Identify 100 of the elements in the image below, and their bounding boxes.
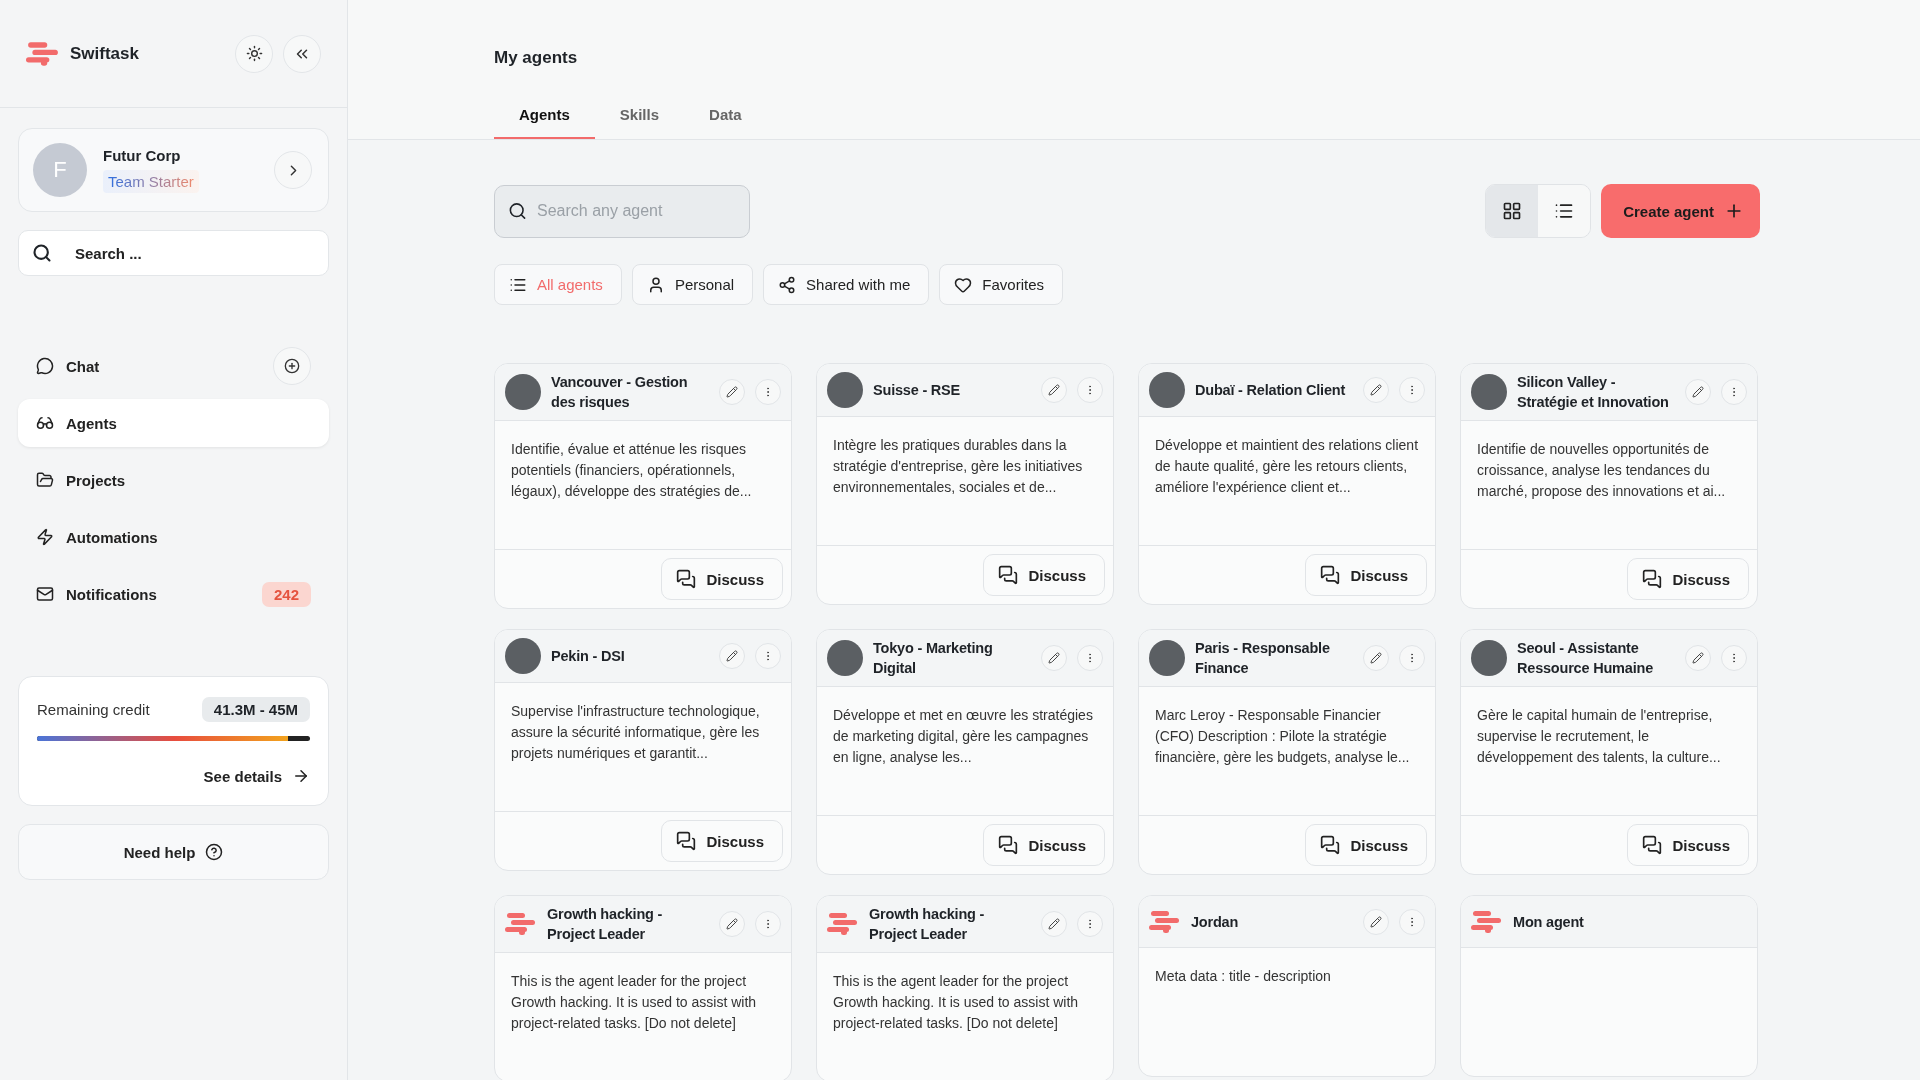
chat-bubble-icon (36, 357, 54, 375)
discuss-button[interactable]: Discuss (983, 824, 1105, 866)
edit-button[interactable] (1363, 377, 1389, 403)
agent-name: Suisse - RSE (873, 381, 962, 400)
account-avatar: F (33, 143, 87, 197)
agent-card[interactable]: Mon agent (1460, 895, 1758, 1077)
pencil-icon (726, 650, 738, 662)
agent-description: This is the agent leader for the project Growth hacking. It is used to assist with project-related tasks. [Do not delete] (832, 972, 1080, 1033)
grid-view-icon (1502, 201, 1523, 221)
nav-item[interactable]: Chat (18, 342, 329, 390)
agent-card[interactable]: Paris - Responsable Finance Marc Leroy - Responsable Financier (CFO) Description : Pilote la stratégie financière, gère les budgets, analyse le... Discuss (1138, 629, 1436, 875)
logo-icon (827, 912, 859, 936)
view-toggle-button[interactable] (1486, 185, 1539, 237)
credit-value: 41.3M - 45M (201, 697, 310, 722)
agent-description: Développe et met en œuvre les stratégies de marketing digital, gère les campagnes en ligne, analyse les... (832, 706, 1094, 767)
agent-name: Paris - Responsable Finance (1195, 639, 1331, 678)
theme-toggle-button[interactable] (235, 34, 273, 73)
agent-card[interactable]: Jordan Meta data : title - description (1138, 895, 1436, 1077)
agent-name: Tokyo - Marketing Digital (873, 639, 994, 678)
filter-button[interactable]: Shared with me (763, 264, 930, 305)
filter-button[interactable]: Personal (631, 264, 754, 305)
agent-card[interactable]: Growth hacking - Project Leader This is the agent leader for the project Growth hacking. It is used to assist with project-related tasks. [Do not delete] (816, 895, 1114, 1080)
agent-card[interactable]: Tokyo - Marketing Digital Développe et met en œuvre les stratégies de marketing digital, gère les campagnes en ligne, analyse les... Discuss (816, 629, 1114, 875)
edit-button[interactable] (719, 643, 745, 669)
pencil-icon (1692, 652, 1704, 664)
agent-card[interactable]: Seoul - Assistante Ressource Humaine Gère le capital humain de l'entreprise, supervise le recrutement, le développement des talents, la culture... Discuss (1460, 629, 1758, 875)
logo-icon (505, 912, 537, 936)
credit-label: Remaining credit (37, 701, 150, 718)
edit-button[interactable] (1041, 645, 1067, 671)
share-icon (778, 275, 797, 294)
edit-button[interactable] (1685, 645, 1711, 671)
discuss-button[interactable]: Discuss (661, 558, 783, 600)
avatar-placeholder (827, 640, 863, 676)
avatar-placeholder (505, 374, 541, 410)
chat-bubbles-icon (676, 569, 697, 589)
view-toggle-button[interactable] (1538, 185, 1591, 237)
pencil-icon (1048, 384, 1060, 396)
create-agent-button[interactable]: Create agent (1601, 184, 1760, 238)
pencil-icon (1692, 386, 1704, 398)
agent-description: Marc Leroy - Responsable Financier (CFO) Description : Pilote la stratégie financière, gère les budgets, analyse le... (1154, 706, 1411, 767)
nav-item[interactable]: Projects (18, 456, 329, 504)
agent-description: Développe et maintient des relations client de haute qualité, gère les retours clients, améliore l'expérience client et... (1154, 436, 1420, 497)
help-button[interactable]: Need help (18, 824, 329, 880)
avatar-placeholder (827, 372, 863, 408)
agent-card[interactable]: Suisse - RSE Intègre les pratiques durables dans la stratégie d'entreprise, gère les initiatives environnementales, sociales et de... Discuss (816, 363, 1114, 605)
tab[interactable]: Skills (594, 94, 685, 139)
edit-button[interactable] (1041, 377, 1067, 403)
agent-card[interactable]: Pekin - DSI Supervise l'infrastructure technologique, assure la sécurité informatique, gère les projets numériques et garantit... Discuss (494, 629, 792, 871)
agent-search-field[interactable]: Search any agent (494, 184, 750, 238)
discuss-button[interactable]: Discuss (1305, 554, 1427, 596)
discuss-button[interactable]: Discuss (983, 554, 1105, 596)
arrow-right-icon (292, 767, 310, 785)
agent-card[interactable]: Dubaï - Relation Client Développe et maintient des relations client de haute qualité, gère les retours clients, améliore l'expérience client et... Discuss (1138, 363, 1436, 605)
page-title: My agents (494, 48, 579, 68)
edit-button[interactable] (719, 379, 745, 405)
logo-icon (1471, 909, 1503, 934)
agent-card[interactable]: Silicon Valley - Stratégie et Innovation Identifie de nouvelles opportunités de croissance, analyse les tendances du marché, propose des innovations et ai... Discuss (1460, 363, 1758, 609)
new-chat-button[interactable] (273, 347, 311, 385)
chat-bubbles-icon (676, 831, 697, 851)
agent-description: Meta data : title - description (1154, 967, 1332, 986)
avatar-placeholder (1149, 640, 1185, 676)
folder-icon (36, 471, 54, 489)
search-icon (32, 243, 52, 263)
account-card[interactable]: F Futur Corp Team Starter (18, 128, 329, 212)
tab[interactable]: Agents (494, 94, 595, 139)
lightning-icon (36, 528, 54, 546)
agent-description: This is the agent leader for the project Growth hacking. It is used to assist with project-related tasks. [Do not delete] (510, 972, 758, 1033)
agent-card[interactable]: Vancouver - Gestion des risques Identifie, évalue et atténue les risques potentiels (financiers, opérationnels, légaux), développe des stratégies de... Discuss (494, 363, 792, 609)
discuss-button[interactable]: Discuss (661, 820, 783, 862)
nav-item[interactable]: Agents (18, 399, 329, 447)
agent-name: Vancouver - Gestion des risques (551, 373, 689, 412)
nav-item[interactable]: Notifications 242 (18, 570, 329, 618)
edit-button[interactable] (1685, 379, 1711, 405)
tab[interactable]: Data (684, 94, 767, 139)
agent-name: Mon agent (1513, 912, 1585, 932)
nav-item[interactable]: Automations (18, 513, 329, 561)
avatar-placeholder (505, 638, 541, 674)
pencil-icon (726, 386, 738, 398)
discuss-button[interactable]: Discuss (1305, 824, 1427, 866)
collapse-sidebar-button[interactable] (283, 34, 321, 73)
edit-button[interactable] (1041, 911, 1067, 937)
agent-card[interactable]: Growth hacking - Project Leader This is the agent leader for the project Growth hacking. It is used to assist with project-related tasks. [Do not delete] (494, 895, 792, 1080)
filter-button[interactable]: Favorites (939, 264, 1063, 305)
agent-name: Seoul - Assistante Ressource Humaine (1517, 639, 1654, 678)
avatar-placeholder (1149, 372, 1185, 408)
pencil-icon (1048, 652, 1060, 664)
discuss-button[interactable]: Discuss (1627, 824, 1749, 866)
edit-button[interactable] (719, 911, 745, 937)
notification-count: 242 (261, 581, 311, 607)
glasses-icon (36, 414, 54, 432)
edit-button[interactable] (1363, 908, 1389, 935)
account-name: Futur Corp (103, 147, 181, 164)
discuss-button[interactable]: Discuss (1627, 558, 1749, 600)
edit-button[interactable] (1363, 645, 1389, 671)
search-field[interactable]: Search ... (18, 230, 329, 276)
see-details-link[interactable]: See details (203, 767, 310, 785)
plus-icon (284, 358, 300, 374)
pencil-icon (1048, 918, 1060, 930)
agent-name: Dubaï - Relation Client (1195, 381, 1347, 400)
chat-bubbles-icon (1320, 565, 1341, 585)
